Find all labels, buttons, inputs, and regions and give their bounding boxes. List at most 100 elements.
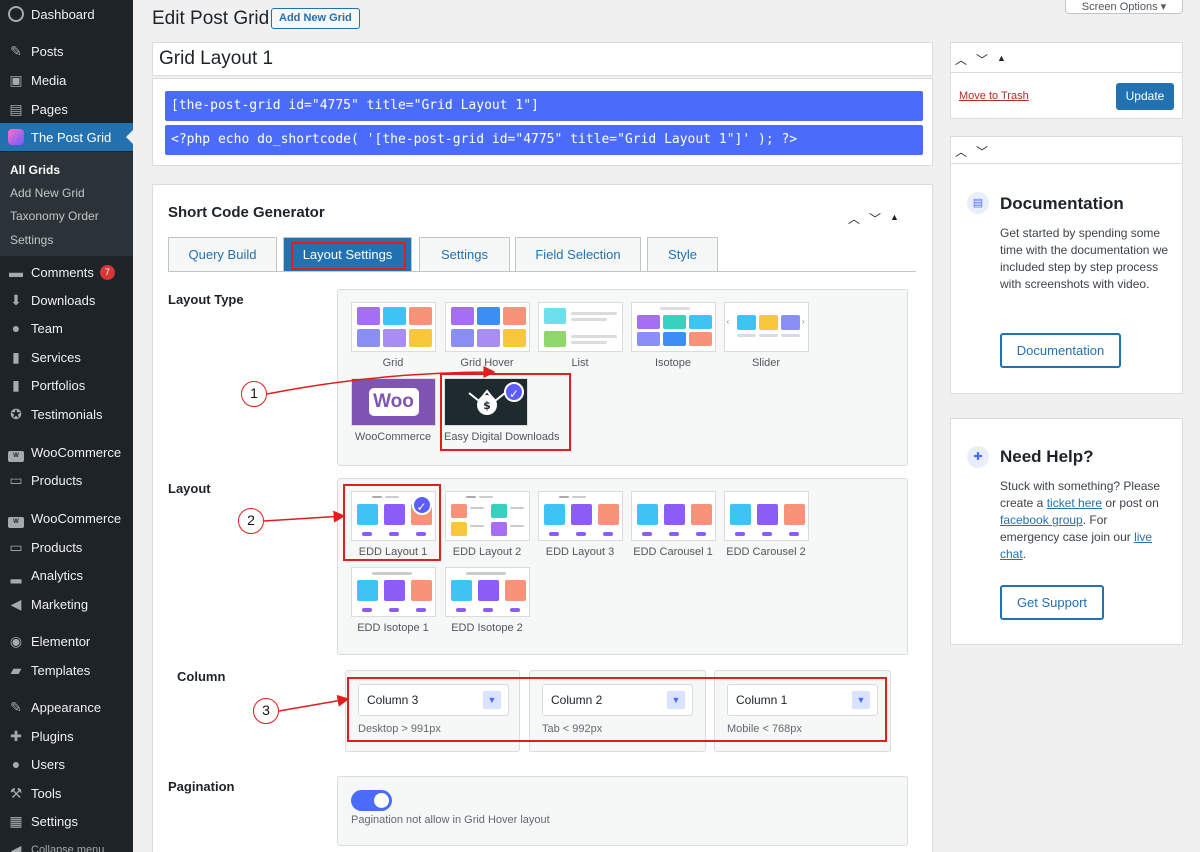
help-text-part: or post on — [1102, 496, 1159, 510]
post-title-input[interactable]: Grid Layout 1 — [152, 42, 933, 76]
menu-label: Pages — [31, 101, 68, 117]
tabs-divider — [168, 271, 916, 272]
layout-type-isotope[interactable]: Isotope — [630, 302, 716, 369]
analytics-icon: ▂ — [10, 567, 22, 583]
grid-thumbnail — [350, 302, 436, 352]
layout-edd-isotope-1[interactable]: EDD Isotope 1 — [350, 567, 436, 634]
layout-type-slider[interactable]: ‹ › Slider — [723, 302, 809, 369]
menu-plugins[interactable]: ✚ Plugins — [0, 722, 133, 750]
grid-hover-thumbnail — [444, 302, 530, 352]
menu-posts[interactable]: ✎ Posts — [0, 37, 133, 65]
layout-caption: EDD Carousel 2 — [726, 546, 806, 558]
menu-products[interactable]: ▭ Products — [0, 466, 133, 494]
toggle-panel-icon[interactable]: ▲ — [997, 51, 1006, 68]
appearance-icon: ✎ — [10, 699, 22, 715]
menu-analytics[interactable]: ▂ Analytics — [0, 561, 133, 589]
menu-testimonials[interactable]: ✪ Testimonials — [0, 400, 133, 428]
menu-label: The Post Grid — [31, 129, 112, 145]
submenu-taxonomy-order[interactable]: Taxonomy Order — [10, 209, 99, 223]
menu-collapse[interactable]: ◀ Collapse menu — [0, 836, 133, 852]
layout-type-grid-hover[interactable]: Grid Hover — [444, 302, 530, 369]
pin-icon: ✎ — [10, 43, 22, 59]
menu-pages[interactable]: ▤ Pages — [0, 95, 133, 123]
menu-dashboard[interactable]: Dashboard — [0, 0, 133, 28]
toggle-panel-icon[interactable]: ▲ — [890, 210, 899, 227]
layout-edd-layout-3[interactable]: EDD Layout 3 — [537, 491, 623, 558]
documentation-text: Get started by spending some time with t… — [1000, 226, 1169, 291]
menu-label: Users — [31, 756, 65, 772]
layout-edd-isotope-2[interactable]: EDD Isotope 2 — [444, 567, 530, 634]
products-icon: ▭ — [9, 472, 23, 488]
get-support-button[interactable]: Get Support — [1000, 585, 1104, 620]
pagination-toggle[interactable] — [351, 790, 392, 811]
menu-users[interactable]: ● Users — [0, 750, 133, 778]
documentation-button[interactable]: Documentation — [1000, 333, 1121, 368]
facebook-group-link[interactable]: facebook group — [1000, 513, 1083, 527]
menu-services[interactable]: ▮ Services — [0, 343, 133, 371]
edd-isotope-1-thumbnail — [350, 567, 436, 617]
tab-settings[interactable]: Settings — [419, 237, 510, 271]
chevron-up-icon[interactable]: ︿ — [955, 143, 967, 160]
ticket-link[interactable]: ticket here — [1047, 496, 1102, 510]
publish-order-controls: ︿ ﹀ ▲ — [955, 51, 1006, 68]
chevron-down-icon[interactable]: ﹀ — [976, 51, 988, 68]
layout-type-woocommerce[interactable]: Woo WooCommerce — [350, 378, 436, 443]
menu-label: Products — [31, 539, 83, 555]
layout-caption: EDD Layout 3 — [545, 546, 615, 558]
chevron-up-icon[interactable]: ︿ — [848, 210, 860, 227]
chevron-down-icon[interactable]: ﹀ — [976, 143, 988, 160]
move-to-trash-link[interactable]: Move to Trash — [959, 90, 1029, 102]
menu-portfolios[interactable]: ▮ Portfolios — [0, 371, 133, 399]
menu-comments[interactable]: ▬ Comments 7 — [0, 258, 133, 286]
pagination-label: Pagination — [168, 779, 235, 794]
layout-type-list[interactable]: List — [537, 302, 623, 369]
shortcode-text[interactable]: [the-post-grid id="4775" title="Grid Lay… — [165, 91, 923, 121]
tab-field-selection[interactable]: Field Selection — [515, 237, 641, 271]
submenu-add-new-grid[interactable]: Add New Grid — [10, 186, 85, 200]
layout-label: Layout — [168, 481, 211, 496]
menu-team[interactable]: ● Team — [0, 314, 133, 342]
woocommerce-thumbnail: Woo — [350, 378, 436, 426]
menu-marketing[interactable]: ◀ Marketing — [0, 590, 133, 618]
menu-label: Downloads — [31, 292, 96, 308]
menu-settings[interactable]: ▦ Settings — [0, 807, 133, 835]
menu-elementor[interactable]: ◉ Elementor — [0, 627, 133, 655]
update-button[interactable]: Update — [1116, 83, 1174, 110]
menu-label: Analytics — [31, 567, 84, 583]
layout-edd-carousel-1[interactable]: EDD Carousel 1 — [630, 491, 716, 558]
edd-isotope-2-thumbnail — [444, 567, 530, 617]
layout-edd-layout-2[interactable]: EDD Layout 2 — [444, 491, 530, 558]
menu-templates[interactable]: ▰ Templates — [0, 656, 133, 684]
documentation-divider — [950, 163, 1183, 164]
menu-tools[interactable]: ⚒ Tools — [0, 779, 133, 807]
layout-type-caption: Grid — [382, 357, 404, 369]
layout-type-caption: Grid Hover — [460, 357, 514, 369]
submenu-settings[interactable]: Settings — [10, 233, 53, 247]
submenu-all-grids[interactable]: All Grids — [10, 163, 60, 177]
layout-type-grid[interactable]: Grid — [350, 302, 436, 369]
add-new-grid-button[interactable]: Add New Grid — [271, 8, 360, 29]
menu-products-2[interactable]: ▭ Products — [0, 533, 133, 561]
menu-woocommerce[interactable]: W WooCommerce — [0, 438, 133, 466]
tools-icon: ⚒ — [9, 785, 23, 801]
menu-downloads[interactable]: ⬇ Downloads — [0, 286, 133, 314]
menu-label: Elementor — [31, 633, 91, 649]
chevron-up-icon[interactable]: ︿ — [955, 51, 967, 68]
menu-post-grid[interactable]: The Post Grid — [0, 123, 133, 151]
menu-label: Templates — [31, 662, 91, 678]
menu-label: Media — [31, 72, 67, 88]
layout-type-caption: Isotope — [654, 357, 692, 369]
menu-label: Collapse menu — [31, 844, 105, 852]
screen-options-button[interactable]: Screen Options ▾ — [1065, 0, 1183, 14]
layout-edd-carousel-2[interactable]: EDD Carousel 2 — [723, 491, 809, 558]
download-icon: ⬇ — [10, 292, 22, 308]
chevron-down-icon[interactable]: ﹀ — [869, 210, 881, 227]
php-shortcode-text[interactable]: <?php echo do_shortcode( '[the-post-grid… — [165, 125, 923, 155]
pagination-note: Pagination not allow in Grid Hover layou… — [351, 814, 550, 826]
menu-media[interactable]: ▣ Media — [0, 66, 133, 94]
tab-style[interactable]: Style — [647, 237, 718, 271]
menu-woocommerce-2[interactable]: W WooCommerce — [0, 504, 133, 532]
tab-query-build[interactable]: Query Build — [168, 237, 277, 271]
menu-appearance[interactable]: ✎ Appearance — [0, 693, 133, 721]
menu-label: WooCommerce — [31, 510, 122, 526]
